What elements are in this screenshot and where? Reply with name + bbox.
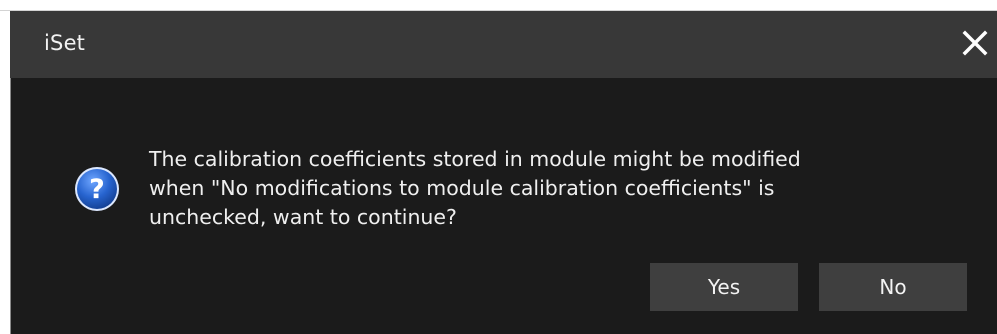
close-icon-glyph [962, 30, 988, 56]
no-button[interactable]: No [819, 263, 967, 311]
left-edge [0, 11, 10, 334]
yes-button[interactable]: Yes [650, 263, 798, 311]
question-icon: ? [73, 165, 121, 213]
dialog-message: The calibration coefficients stored in m… [149, 145, 949, 232]
message-dialog: iSet ? The calibration coefficients stor… [0, 0, 997, 334]
svg-text:?: ? [89, 174, 105, 205]
titlebar: iSet [0, 0, 997, 78]
dialog-body: ? The calibration coefficients stored in… [10, 78, 997, 334]
close-icon[interactable] [960, 28, 990, 58]
window-title: iSet [44, 31, 86, 55]
message-line: when "No modifications to module calibra… [149, 176, 775, 200]
message-line: The calibration coefficients stored in m… [149, 147, 801, 171]
message-line: unchecked, want to continue? [149, 205, 457, 229]
